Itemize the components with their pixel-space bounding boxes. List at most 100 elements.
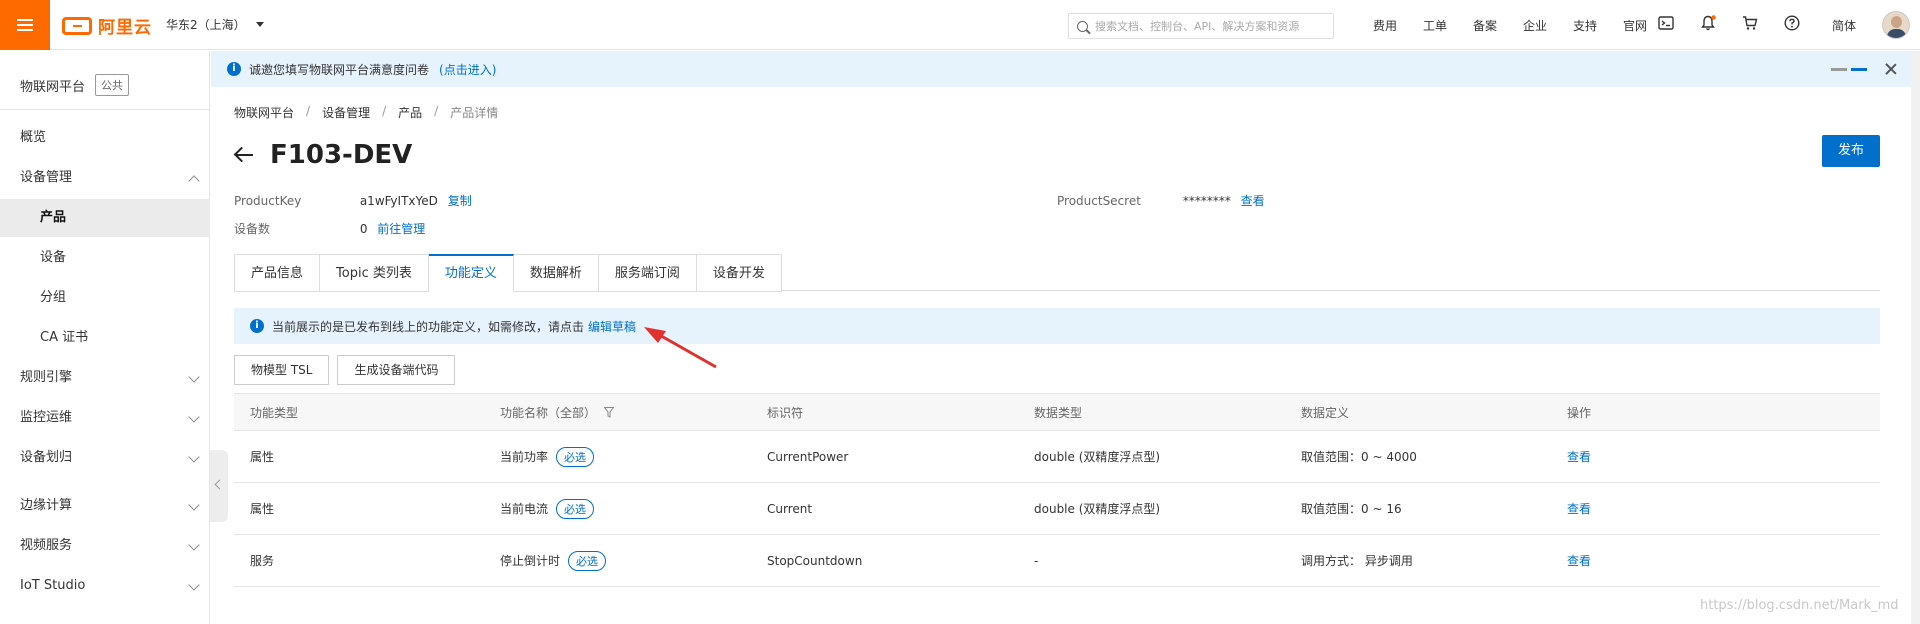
required-badge: 必选 (556, 498, 595, 519)
product-secret-label: ProductSecret (1057, 194, 1141, 208)
view-link[interactable]: 查看 (1567, 450, 1591, 464)
chevron-down-icon (188, 411, 200, 423)
back-arrow-icon[interactable] (234, 147, 254, 163)
notice-text: 诚邀您填写物联网平台满意度问卷 (249, 62, 430, 77)
tab-device-development[interactable]: 设备开发 (696, 254, 782, 292)
bell-icon[interactable] (1700, 15, 1716, 31)
notice-link[interactable]: (点击进入) (439, 61, 496, 78)
table-header: 功能类型 功能名称（全部） 标识符 数据类型 数据定义 操作 (234, 393, 1880, 431)
caret-down-icon (255, 22, 264, 27)
tab-feature-definition[interactable]: 功能定义 (428, 254, 514, 292)
pager-dot[interactable] (1831, 67, 1847, 71)
breadcrumb-device-management[interactable]: 设备管理 (322, 104, 370, 121)
view-secret-link[interactable]: 查看 (1241, 194, 1265, 208)
cell-definition: 取值范围：0 ~ 4000 (1301, 450, 1417, 464)
sidebar-item-label: 视频服务 (20, 538, 73, 553)
sidebar-item-rule-engine[interactable]: 规则引擎 (0, 359, 210, 397)
sidebar-item-ca-cert[interactable]: CA 证书 (0, 319, 210, 357)
cell-data-type: - (1034, 553, 1039, 568)
tab-server-subscription[interactable]: 服务端订阅 (598, 254, 697, 292)
col-feature-type: 功能类型 (250, 405, 299, 420)
cell-definition: 调用方式： 异步调用 (1301, 554, 1413, 568)
page-header: F103-DEV (234, 140, 412, 170)
search-placeholder: 搜索文档、控制台、API、解决方案和资源 (1095, 20, 1300, 33)
cell-name: 当前电流 必选 (500, 498, 767, 519)
breadcrumb-iot-platform[interactable]: 物联网平台 (234, 104, 294, 121)
aliyun-logo[interactable]: 阿里云 (62, 13, 152, 38)
sidebar-item-device-management[interactable]: 设备管理 (0, 159, 210, 197)
breadcrumb-separator: / (382, 104, 387, 118)
sidebar-item-label: 规则引擎 (20, 370, 73, 385)
device-count-label: 设备数 (234, 222, 271, 236)
cell-type: 属性 (250, 450, 275, 464)
view-link[interactable]: 查看 (1567, 554, 1591, 568)
top-link-website[interactable]: 官网 (1610, 17, 1660, 34)
sidebar-item-monitoring[interactable]: 监控运维 (0, 399, 210, 437)
watermark: https://blog.csdn.net/Mark_md (1700, 598, 1899, 613)
cell-type: 属性 (250, 502, 275, 516)
sidebar-item-label: 设备管理 (20, 170, 73, 185)
sidebar-item-product[interactable]: 产品 (0, 199, 210, 237)
language-switch[interactable]: 简体 (1832, 17, 1856, 34)
filter-icon[interactable] (604, 406, 615, 418)
sidebar-item-video-service[interactable]: 视频服务 (0, 527, 210, 565)
top-link-icp[interactable]: 备案 (1460, 17, 1510, 34)
sidebar-collapse-handle[interactable] (210, 450, 228, 522)
top-link-enterprise[interactable]: 企业 (1510, 17, 1560, 34)
top-link-tickets[interactable]: 工单 (1410, 17, 1460, 34)
table-row: 属性 当前电流 必选 Current double (双精度浮点型) 取值范围：0… (234, 483, 1880, 535)
cell-identifier: Current (767, 501, 813, 516)
generate-code-button[interactable]: 生成设备端代码 (337, 355, 456, 385)
copy-link[interactable]: 复制 (448, 194, 472, 208)
view-link[interactable]: 查看 (1567, 502, 1591, 516)
sidebar-item-device-assignment[interactable]: 设备划归 (0, 439, 210, 477)
sidebar-item-group[interactable]: 分组 (0, 279, 210, 317)
breadcrumb-product[interactable]: 产品 (398, 104, 422, 121)
tab-product-info[interactable]: 产品信息 (234, 254, 321, 292)
top-navbar: 阿里云 华东2（上海） 搜索文档、控制台、API、解决方案和资源 费用 工单 备… (0, 0, 1920, 50)
col-identifier: 标识符 (767, 405, 804, 420)
chevron-down-icon (188, 451, 200, 463)
chevron-down-icon (188, 579, 200, 591)
close-icon[interactable] (1885, 63, 1897, 75)
menu-icon[interactable] (0, 0, 50, 50)
sidebar-item-label: 监控运维 (20, 410, 73, 425)
tab-topic-list[interactable]: Topic 类列表 (320, 254, 429, 292)
cell-data-type: double (双精度浮点型) (1034, 450, 1161, 464)
cell-type: 服务 (250, 554, 275, 568)
red-arrow-annotation (644, 327, 717, 369)
col-data-definition: 数据定义 (1301, 405, 1350, 420)
manage-link[interactable]: 前往管理 (377, 222, 425, 236)
region-selector[interactable]: 华东2（上海） (166, 16, 264, 33)
sidebar-item-overview[interactable]: 概览 (0, 119, 210, 157)
product-key-row: ProductKey a1wFyITxYeD 复制 (234, 192, 472, 209)
breadcrumb-separator: / (434, 104, 439, 118)
sidebar-item-iot-studio[interactable]: IoT Studio (0, 567, 210, 605)
cart-icon[interactable] (1742, 15, 1758, 31)
required-badge: 必选 (556, 446, 595, 467)
chevron-down-icon (188, 539, 200, 551)
help-icon[interactable] (1784, 15, 1800, 31)
product-secret-value: ******** (1182, 194, 1231, 208)
tab-data-parsing[interactable]: 数据解析 (513, 254, 599, 292)
chevron-down-icon (188, 499, 200, 511)
terminal-icon[interactable] (1658, 15, 1674, 31)
tsl-button[interactable]: 物模型 TSL (234, 355, 330, 385)
edit-draft-link[interactable]: 编辑草稿 (588, 318, 636, 335)
search-input[interactable]: 搜索文档、控制台、API、解决方案和资源 (1068, 13, 1334, 39)
sidebar-item-label: CA 证书 (40, 330, 89, 345)
publish-button[interactable]: 发布 (1822, 135, 1880, 167)
toolbar: 物模型 TSL 生成设备端代码 (234, 355, 463, 385)
notice-controls (1831, 63, 1897, 75)
sidebar-item-edge-computing[interactable]: 边缘计算 (0, 487, 210, 525)
user-avatar[interactable] (1882, 11, 1910, 39)
top-link-support[interactable]: 支持 (1560, 17, 1610, 34)
public-tag[interactable]: 公共 (95, 74, 130, 96)
pager-dot-active[interactable] (1851, 67, 1867, 71)
top-links: 费用 工单 备案 企业 支持 官网 (1360, 17, 1660, 34)
feature-table: 功能类型 功能名称（全部） 标识符 数据类型 数据定义 操作 属性 当前功率 必选… (234, 393, 1880, 587)
sidebar-item-device[interactable]: 设备 (0, 239, 210, 277)
top-link-fees[interactable]: 费用 (1360, 17, 1410, 34)
cell-data-type: double (双精度浮点型) (1034, 502, 1161, 516)
scrollbar[interactable] (1911, 51, 1920, 624)
